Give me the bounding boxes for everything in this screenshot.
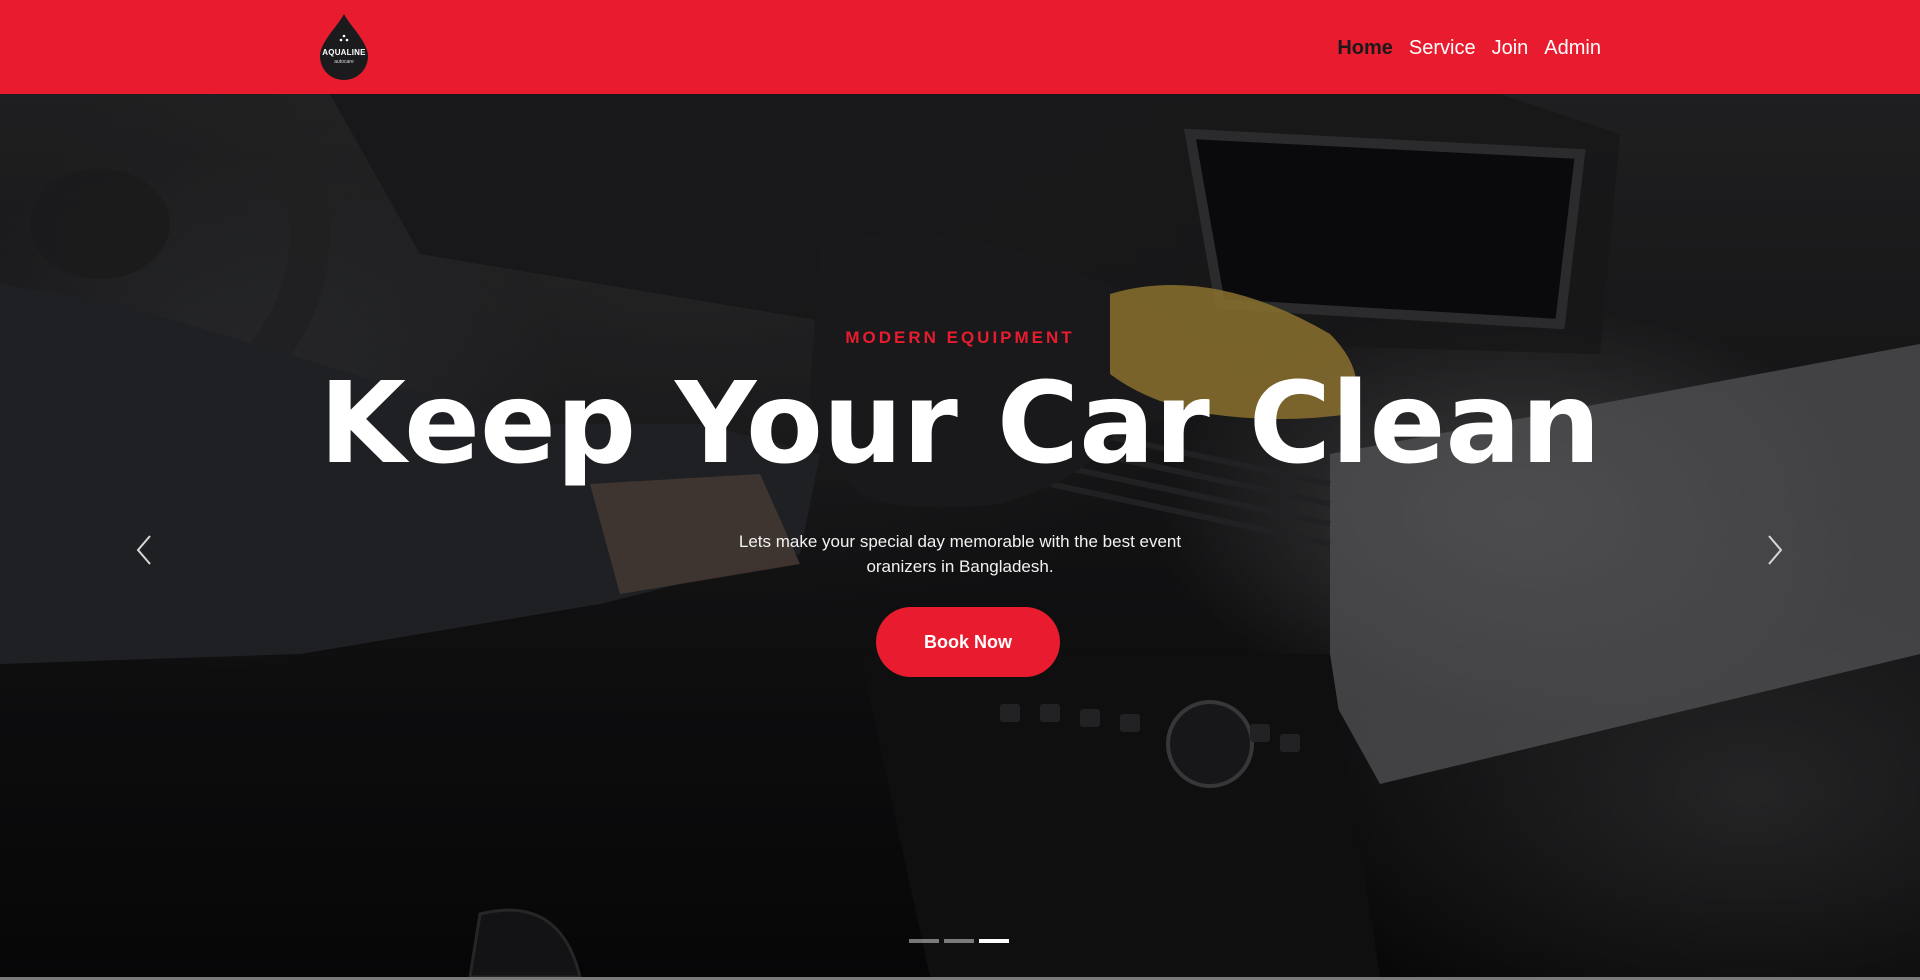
chevron-right-icon — [1768, 535, 1783, 565]
navbar: AQUALINE autocare Home Service Join Admi… — [0, 0, 1920, 94]
nav-link-join[interactable]: Join — [1492, 34, 1529, 62]
hero-carousel: MODERN EQUIPMENT Keep Your Car Clean Let… — [0, 94, 1920, 977]
carousel-next-button[interactable] — [1760, 530, 1790, 570]
book-now-button[interactable]: Book Now — [876, 607, 1060, 677]
brand-tagline: autocare — [334, 59, 354, 65]
nav-link-service[interactable]: Service — [1409, 34, 1476, 62]
nav-link-home[interactable]: Home — [1337, 34, 1393, 62]
carousel-indicator-2[interactable] — [944, 939, 974, 943]
carousel-indicators — [909, 939, 1009, 943]
brand-logo[interactable]: AQUALINE autocare — [318, 12, 370, 82]
hero-content: MODERN EQUIPMENT Keep Your Car Clean Let… — [0, 94, 1920, 977]
nav-link-admin[interactable]: Admin — [1544, 34, 1601, 62]
hero-headline: Keep Your Car Clean — [319, 359, 1601, 489]
carousel-prev-button[interactable] — [129, 530, 159, 570]
carousel-indicator-3[interactable] — [979, 939, 1009, 943]
chevron-left-icon — [136, 535, 151, 565]
carousel-indicator-1[interactable] — [909, 939, 939, 943]
hero-eyebrow: MODERN EQUIPMENT — [845, 328, 1075, 347]
hero-subtext: Lets make your special day memorable wit… — [738, 532, 1182, 576]
main-nav: Home Service Join Admin — [1337, 34, 1601, 62]
water-drop-logo-icon — [320, 14, 368, 80]
brand-name: AQUALINE — [322, 48, 366, 57]
